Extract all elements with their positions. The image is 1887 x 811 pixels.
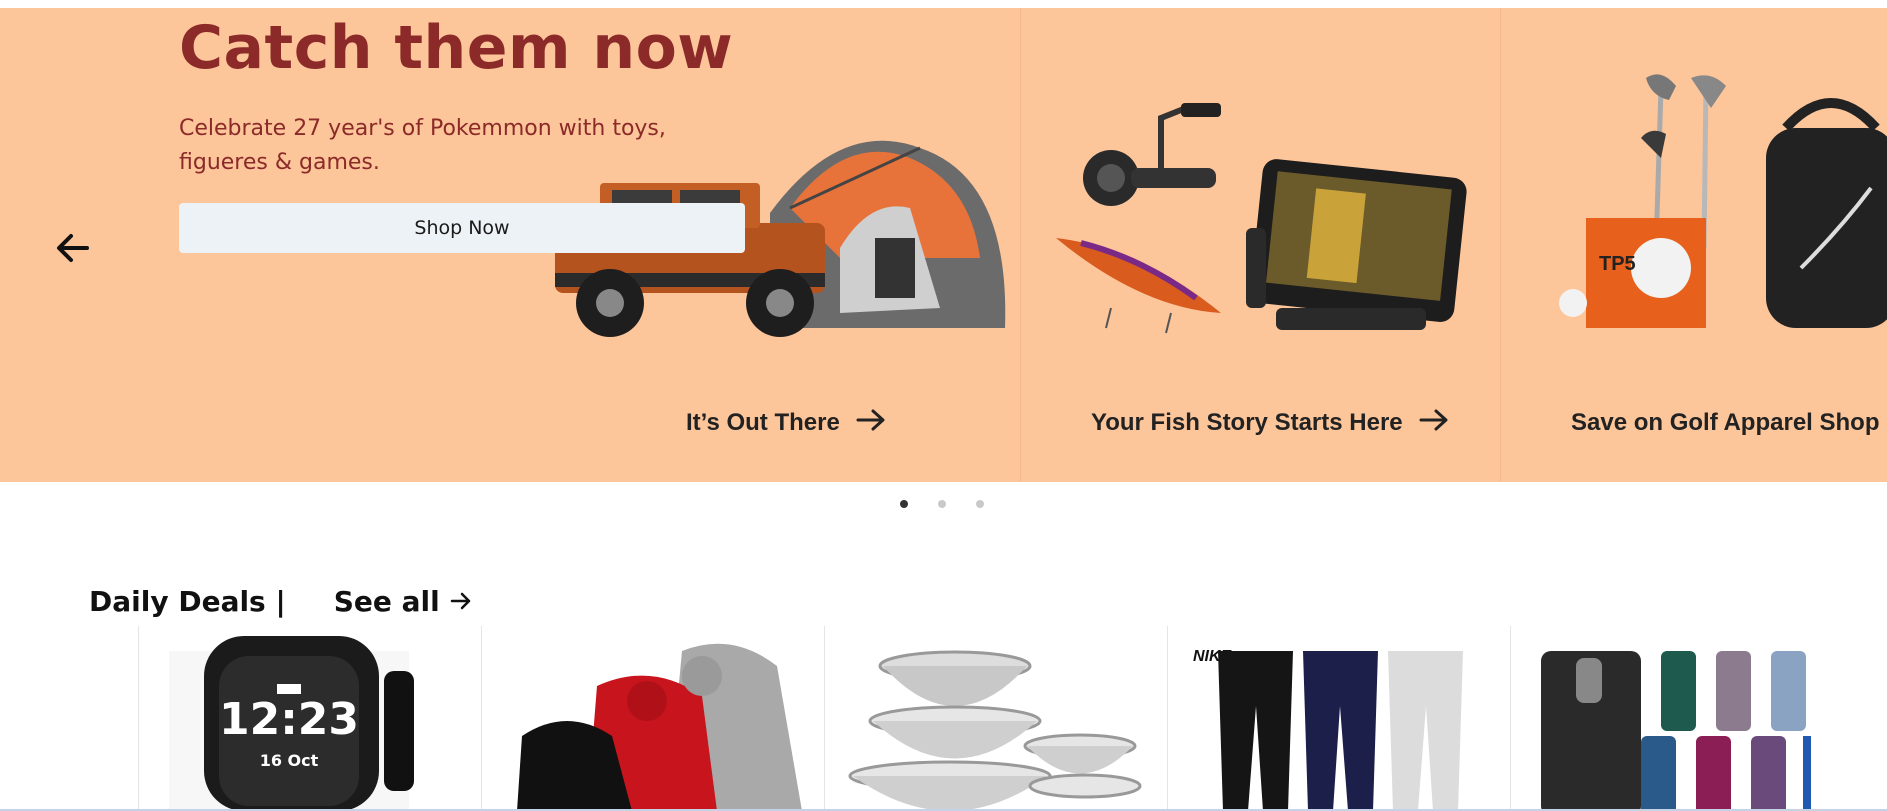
- deal-card-joggers[interactable]: NIKE: [1167, 626, 1510, 811]
- daily-deals-title: Daily Deals |: [89, 585, 286, 618]
- deal-card-hoodies[interactable]: [481, 626, 824, 811]
- carousel-dot-3[interactable]: [976, 500, 984, 508]
- carousel-dot-1[interactable]: [900, 500, 908, 508]
- hero-title: Catch them now: [179, 13, 734, 83]
- fishing-gear-image: [1056, 103, 1467, 334]
- hero-carousel: It’s Out There Your Fish Story Starts He…: [0, 8, 1887, 482]
- see-all-label: See all: [333, 585, 440, 618]
- joggers-image: NIKE: [1193, 648, 1463, 811]
- shop-now-button[interactable]: Shop Now: [179, 203, 745, 253]
- promo-caption-text: It’s Out There: [686, 409, 840, 436]
- page: It’s Out There Your Fish Story Starts He…: [0, 0, 1887, 811]
- deal-card-smartwatch[interactable]: 12:23 16 Oct: [138, 626, 481, 811]
- arrow-right-icon: [1419, 408, 1449, 439]
- see-all-link[interactable]: See all: [334, 585, 472, 618]
- golf-gear-image: TP5: [1559, 74, 1887, 328]
- hero-subtitle: Celebrate 27 year's of Pokemmon with toy…: [179, 116, 666, 175]
- promo-caption-fishing[interactable]: Your Fish Story Starts Here: [1091, 403, 1449, 443]
- promo-caption-text: Save on Golf Apparel Shop: [1571, 409, 1880, 436]
- top-border: [0, 0, 1887, 8]
- svg-text:TP5: TP5: [1599, 253, 1636, 275]
- promo-panel-golf[interactable]: TP5 Save on Golf Apparel Shop: [1500, 8, 1887, 482]
- watch-time: 12:23: [219, 694, 359, 745]
- promo-caption-outdoor[interactable]: It’s Out There: [686, 403, 886, 443]
- carousel-dots: [900, 500, 984, 508]
- watch-date: 16 Oct: [260, 751, 319, 770]
- deal-card-mixing-bowls[interactable]: [824, 626, 1167, 811]
- smartwatch-image: 12:23 16 Oct: [169, 636, 414, 811]
- arrow-right-icon: [450, 585, 472, 618]
- promo-panel-fishing[interactable]: Your Fish Story Starts Here: [1020, 8, 1500, 482]
- arrow-right-icon: [856, 408, 886, 439]
- daily-deals-row: 12:23 16 Oct NIKE: [138, 626, 1854, 811]
- daily-deals-header: Daily Deals | See all: [89, 585, 472, 618]
- travel-mugs-image: [1541, 651, 1811, 811]
- promo-caption-golf[interactable]: Save on Golf Apparel Shop: [1571, 403, 1887, 443]
- arrow-left-icon[interactable]: [55, 230, 91, 266]
- promo-caption-text: Your Fish Story Starts Here: [1091, 409, 1403, 436]
- hoodies-image: [517, 643, 802, 811]
- mixing-bowls-image: [848, 650, 1142, 811]
- deal-card-travel-mugs[interactable]: [1510, 626, 1853, 811]
- carousel-dot-2[interactable]: [938, 500, 946, 508]
